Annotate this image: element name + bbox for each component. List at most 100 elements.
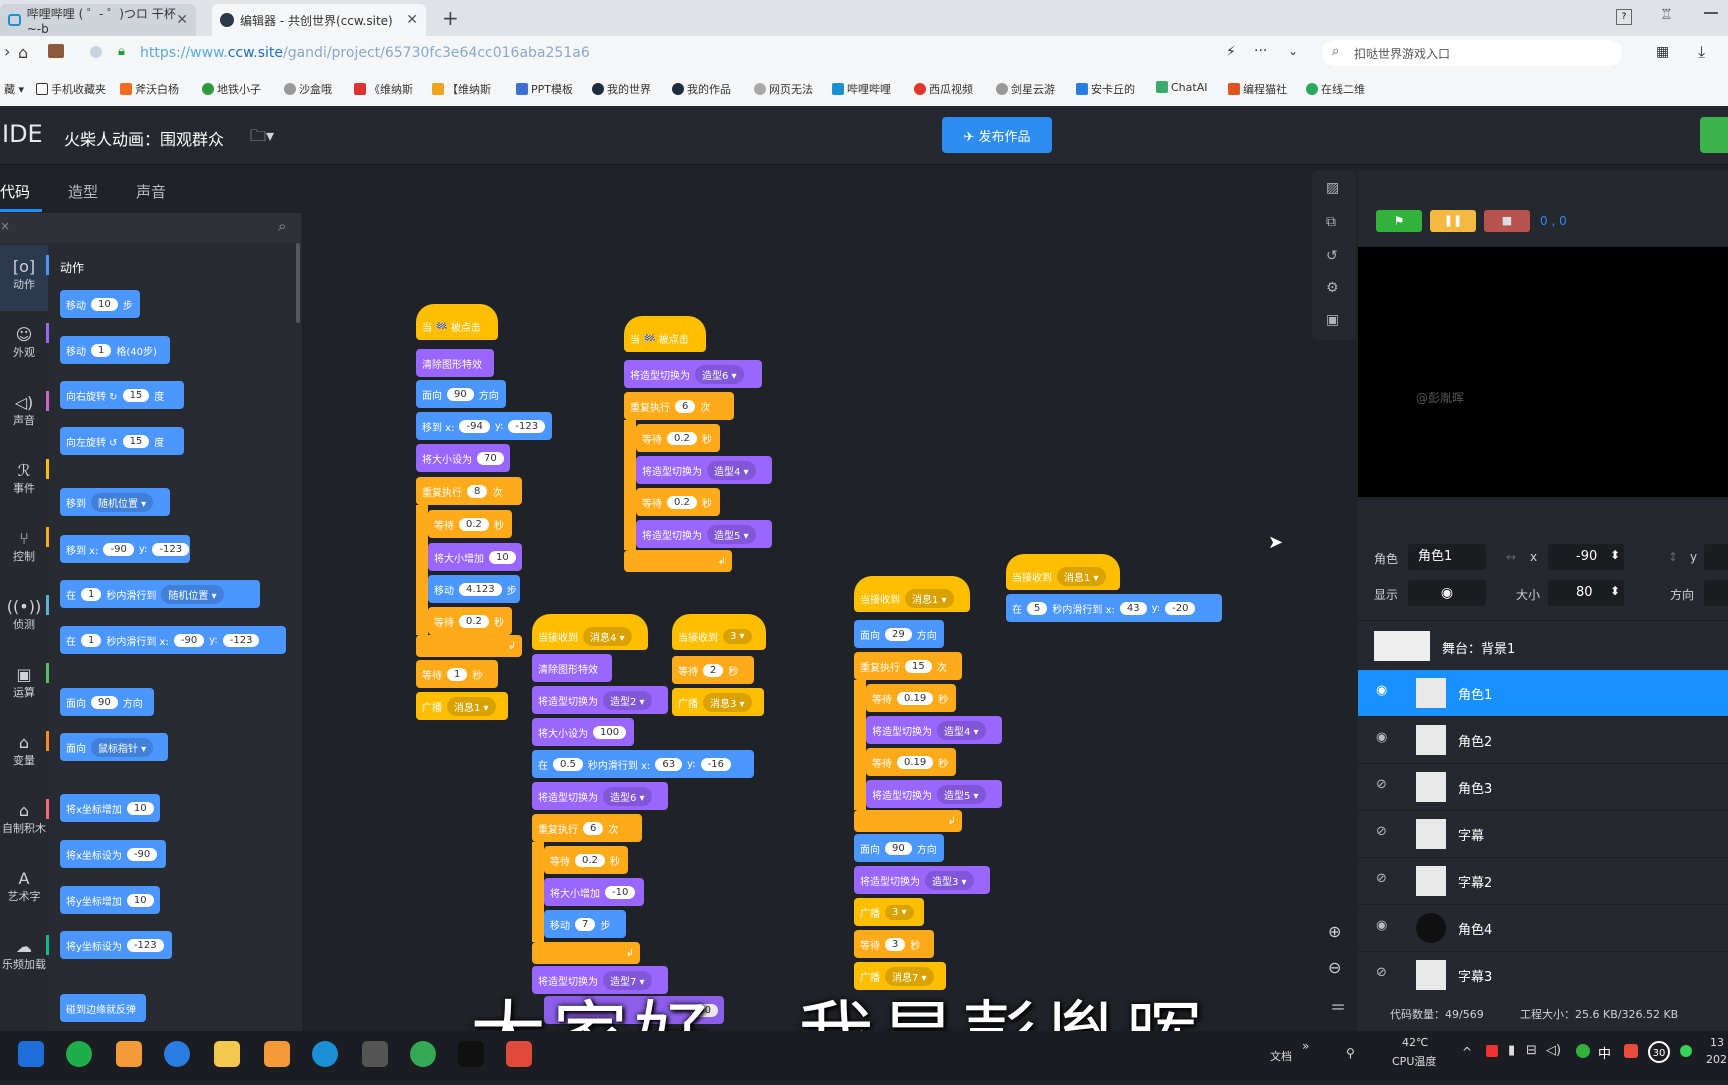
eye-off-icon[interactable]: ⊘	[1376, 777, 1387, 792]
home-icon[interactable]: ⌂	[18, 43, 28, 62]
block[interactable]: 将大小增加 -10	[544, 878, 644, 906]
bookmark-item[interactable]: 西瓜视频	[914, 81, 973, 97]
notification-badge[interactable]: 30	[1648, 1041, 1670, 1063]
block[interactable]: 移动 4.123 步	[428, 575, 520, 603]
block[interactable]: 等待 0.2 秒	[636, 488, 720, 516]
block[interactable]: 等待 0.2 秒	[544, 846, 628, 874]
chevron-icon[interactable]: »	[1302, 1039, 1309, 1053]
block[interactable]: 等待 0.2 秒	[636, 424, 720, 452]
visibility-toggle[interactable]: ◉	[1408, 580, 1486, 606]
zoom-reset-icon[interactable]: ＝	[1330, 994, 1346, 1018]
bookmark-item[interactable]: 编程猫社	[1228, 81, 1287, 97]
palette-block[interactable]: 移到 随机位置 ▾	[60, 488, 170, 516]
bookmark-item[interactable]: 安卡丘的	[1076, 81, 1135, 97]
palette-block[interactable]: 在 1 秒内滑行到 随机位置 ▾	[60, 580, 260, 608]
block[interactable]: 清除图形特效	[416, 349, 494, 377]
y-input[interactable]	[1704, 544, 1728, 570]
eye-icon[interactable]: ◉	[1376, 730, 1387, 745]
chevron-down-icon[interactable]: ⌄	[1288, 44, 1298, 58]
block[interactable]: 等待 0.2 秒	[428, 607, 512, 635]
when-flag-clicked-block[interactable]: 当 🏁 被点击	[416, 304, 498, 340]
category-motion[interactable]: [o] 动作	[0, 245, 49, 311]
close-icon[interactable]: ✕	[176, 12, 188, 28]
palette-block[interactable]: 向左旋转 ↺ 15 度	[60, 427, 184, 455]
tab-sounds[interactable]: 声音	[136, 181, 166, 202]
palette-block[interactable]: 将x坐标设为 -90	[60, 840, 166, 868]
zoom-out-icon[interactable]: ⊖	[1328, 958, 1341, 977]
category-sound[interactable]: ◁) 声音	[0, 381, 49, 447]
user-icon[interactable]: ⚲	[1346, 1046, 1355, 1060]
category-sensing[interactable]: ((•)) 侦测	[0, 585, 49, 651]
close-icon[interactable]: ✕	[406, 12, 418, 28]
block[interactable]: 移到 x: -94 y: -123	[416, 412, 552, 440]
palette-block[interactable]: 面向 90 方向	[60, 688, 154, 716]
history-icon[interactable]: ↺	[1326, 248, 1338, 264]
new-tab-button[interactable]: +	[442, 6, 459, 30]
project-title[interactable]: 火柴人动画：围观群众	[64, 126, 224, 150]
zoom-in-icon[interactable]: ⊕	[1328, 922, 1341, 941]
app-icon[interactable]	[164, 1041, 190, 1067]
tray-app-icon[interactable]	[1680, 1045, 1692, 1057]
publish-button[interactable]: ✈ 发布作品	[942, 117, 1052, 153]
download-icon[interactable]: ⤓	[1698, 42, 1705, 62]
palette-block[interactable]: 移到 x: -90 y: -123	[60, 535, 190, 563]
tray-chevron-icon[interactable]: ^	[1462, 1045, 1472, 1059]
repeat-block[interactable]: 重复执行 6 次	[532, 814, 642, 842]
help-icon[interactable]: ?	[1616, 9, 1632, 25]
tab-code[interactable]: 代码	[0, 181, 30, 202]
sprite-row-7[interactable]: ⊘ 字幕3	[1358, 952, 1728, 999]
extension-icon[interactable]	[48, 44, 64, 58]
terminal-icon[interactable]: ▣	[1326, 312, 1339, 328]
category-operators[interactable]: ▣ 运算	[0, 653, 49, 719]
palette-block[interactable]: 将x坐标增加 10	[60, 794, 160, 822]
palette-block[interactable]: 将y坐标设为 -123	[60, 931, 172, 959]
minimize-icon[interactable]	[1704, 12, 1718, 14]
palette-block[interactable]: 移动 10 步	[60, 290, 140, 318]
stepper-icon[interactable]: ⬍	[1610, 584, 1620, 598]
app-icon[interactable]	[506, 1041, 532, 1067]
block[interactable]: 将大小设为 70	[416, 444, 510, 472]
ime-indicator[interactable]: 中	[1598, 1043, 1611, 1062]
tab-costumes[interactable]: 造型	[68, 181, 98, 202]
sprite-row-1[interactable]: ◉ 角色1	[1358, 670, 1728, 717]
when-receive-block[interactable]: 当接收到 3 ▾	[672, 614, 766, 650]
bookmark-item[interactable]: 网页无法	[754, 81, 813, 97]
tray-app-icon[interactable]	[1576, 1044, 1590, 1058]
tray-app-icon[interactable]	[1486, 1045, 1498, 1057]
bookmark-item[interactable]: PPT模板	[516, 81, 573, 97]
eye-off-icon[interactable]: ⊘	[1376, 871, 1387, 886]
bookmark-item[interactable]: 手机收藏夹	[36, 81, 106, 97]
stage-canvas[interactable]: @彭胤晖	[1358, 247, 1728, 497]
network-icon[interactable]: ⊟	[1526, 1043, 1537, 1058]
folder-icon[interactable]: 🗀▾	[250, 125, 274, 152]
green-flag-button[interactable]: ⚑	[1376, 210, 1422, 232]
bookmark-item[interactable]: 沙盒哦	[284, 81, 332, 97]
repeat-block[interactable]: 重复执行 8 次	[416, 477, 522, 505]
sprite-row-2[interactable]: ◉ 角色2	[1358, 717, 1728, 764]
pause-button[interactable]: ❚❚	[1430, 210, 1476, 232]
category-my-blocks[interactable]: ⌂ 自制积木	[0, 789, 49, 855]
category-art-text[interactable]: A 艺术字	[0, 857, 48, 923]
eye-icon[interactable]: ◉	[1376, 918, 1387, 933]
bookmark-item[interactable]: 我的世界	[592, 81, 651, 97]
stop-button[interactable]: ■	[1484, 210, 1530, 232]
eye-icon[interactable]: ◉	[1376, 683, 1387, 698]
block[interactable]: 将大小设为 100	[532, 718, 634, 746]
browser-icon[interactable]	[410, 1041, 436, 1067]
category-events[interactable]: ℛ 事件	[0, 449, 49, 515]
start-icon[interactable]	[18, 1041, 44, 1067]
palette-block[interactable]: 将y坐标增加 10	[60, 886, 160, 914]
block[interactable]: 将造型切换为 造型3 ▾	[854, 866, 990, 894]
assets-icon[interactable]: ⧉	[1326, 214, 1336, 230]
category-control[interactable]: ⑂ 控制	[0, 517, 49, 583]
stepper-icon[interactable]: ⬍	[1610, 548, 1620, 562]
block[interactable]: 将造型切换为 造型5 ▾	[866, 780, 1002, 808]
palette-search[interactable]: × ⌕	[0, 213, 300, 243]
palette-block[interactable]: 在 1 秒内滑行到 x: -90 y: -123	[60, 626, 286, 654]
direction-input[interactable]	[1704, 580, 1728, 606]
sprite-row-6[interactable]: ◉ 角色4	[1358, 905, 1728, 952]
block[interactable]: 将造型切换为 造型4 ▾	[636, 456, 772, 484]
when-receive-block[interactable]: 当接收到 消息1 ▾	[1006, 554, 1120, 590]
block[interactable]: 将造型切换为 造型2 ▾	[532, 686, 668, 714]
block[interactable]: 面向 29 方向	[854, 620, 944, 648]
